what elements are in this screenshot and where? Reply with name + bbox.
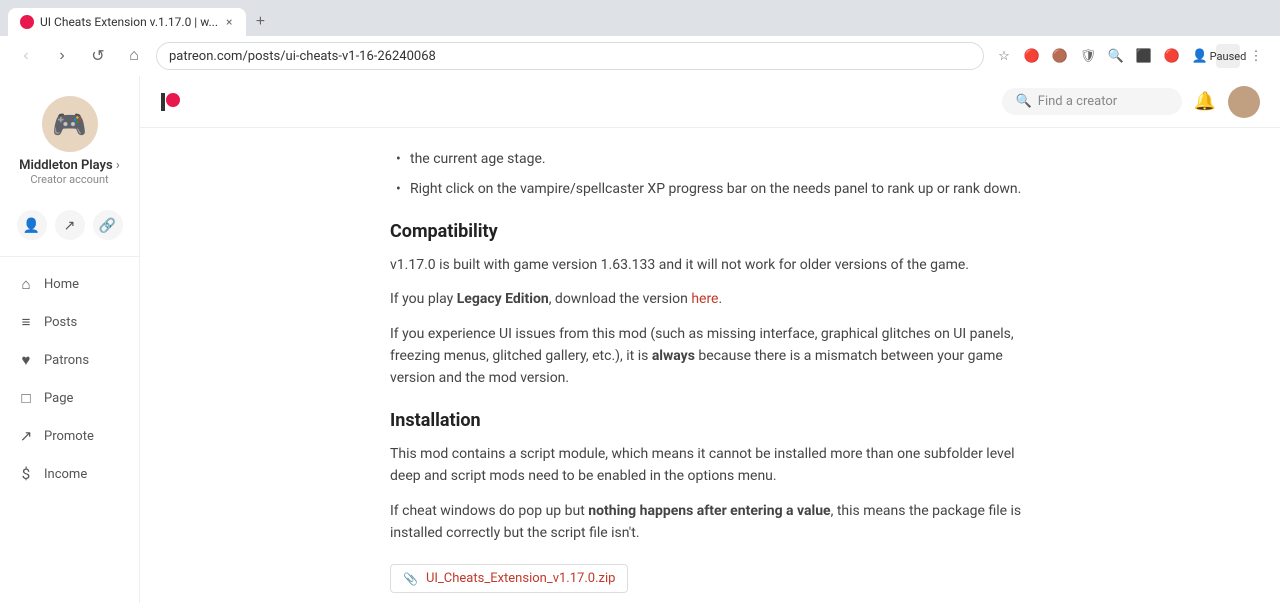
page-icon: □	[16, 389, 36, 407]
sidebar-label-patrons: Patrons	[44, 353, 89, 368]
back-button[interactable]: ‹	[12, 42, 40, 70]
url-input[interactable]: patreon.com/posts/ui-cheats-v1-16-262400…	[156, 42, 984, 70]
address-bar: ‹ › ↺ ⌂ patreon.com/posts/ui-cheats-v1-1…	[0, 36, 1280, 76]
user-avatar[interactable]	[1228, 86, 1260, 118]
sidebar-label-posts: Posts	[44, 315, 77, 330]
attachment-label: UI_Cheats_Extension_v1.17.0.zip	[426, 571, 615, 586]
sidebar-item-posts[interactable]: ≡ Posts	[0, 303, 139, 341]
extension-icon-1[interactable]: 🔴	[1020, 44, 1044, 68]
new-tab-button[interactable]: +	[246, 8, 274, 36]
extension-icon-6[interactable]: 🔴	[1160, 44, 1184, 68]
profile-subtitle: Creator account	[30, 173, 108, 186]
sidebar-item-promote[interactable]: ↗ Promote	[0, 417, 139, 455]
attachment-link[interactable]: 📎 UI_Cheats_Extension_v1.17.0.zip	[390, 564, 628, 593]
extension-icon-2[interactable]: 🟤	[1048, 44, 1072, 68]
income-icon: $	[16, 465, 36, 483]
compat-p2-end: .	[719, 291, 723, 307]
home-button[interactable]: ⌂	[120, 42, 148, 70]
sidebar: 🎮 Middleton Plays Creator account 👤 ↗ 🔗 …	[0, 76, 140, 603]
sidebar-action-1[interactable]: 👤	[17, 210, 47, 240]
install-para-1: This mod contains a script module, which…	[390, 443, 1030, 488]
bullet-item-2: Right click on the vampire/spellcaster X…	[390, 178, 1030, 200]
install-para-2: If cheat windows do pop up but nothing h…	[390, 500, 1030, 545]
tab-close-btn[interactable]: ×	[224, 13, 234, 31]
compat-para-2: If you play Legacy Edition, download the…	[390, 288, 1030, 310]
posts-icon: ≡	[16, 313, 36, 331]
tab-title: UI Cheats Extension v.1.17.0 | w...	[40, 15, 218, 29]
bookmark-icon[interactable]: ☆	[992, 44, 1016, 68]
compat-p2-after: , download the version	[549, 291, 692, 307]
sidebar-label-home: Home	[44, 277, 79, 292]
compat-p3-bold: always	[652, 348, 695, 364]
bullet-item-1: the current age stage.	[390, 148, 1030, 170]
app-layout: 🎮 Middleton Plays Creator account 👤 ↗ 🔗 …	[0, 76, 1280, 603]
paused-indicator: Paused	[1216, 44, 1240, 68]
header-left	[160, 89, 182, 114]
sidebar-item-home[interactable]: ⌂ Home	[0, 265, 139, 303]
reload-button[interactable]: ↺	[84, 42, 112, 70]
here-link[interactable]: here	[691, 291, 718, 307]
extension-icon-5[interactable]: ⬛	[1132, 44, 1156, 68]
compat-p2-before: If you play	[390, 291, 457, 307]
install-p2-before: If cheat windows do pop up but	[390, 503, 588, 519]
sidebar-label-income: Income	[44, 467, 87, 482]
forward-button[interactable]: ›	[48, 42, 76, 70]
content-area: the current age stage. Right click on th…	[370, 128, 1050, 603]
sidebar-label-page: Page	[44, 391, 73, 406]
sidebar-actions: 👤 ↗ 🔗	[0, 202, 139, 248]
compat-p2-bold: Legacy Edition	[457, 291, 549, 307]
url-text: patreon.com/posts/ui-cheats-v1-16-262400…	[169, 49, 436, 64]
avatar: 🎮	[42, 96, 98, 152]
attach-icon: 📎	[403, 572, 418, 586]
active-tab[interactable]: UI Cheats Extension v.1.17.0 | w... ×	[8, 8, 246, 36]
tab-favicon	[20, 15, 34, 29]
search-icon: 🔍	[1016, 94, 1032, 109]
installation-heading: Installation	[390, 410, 1030, 431]
header-right: 🔍 Find a creator 🔔	[1002, 86, 1260, 118]
main-content: the current age stage. Right click on th…	[140, 128, 1280, 603]
sidebar-label-promote: Promote	[44, 429, 94, 444]
sidebar-item-patrons[interactable]: ♥ Patrons	[0, 341, 139, 379]
app-header: 🔍 Find a creator 🔔	[140, 76, 1280, 128]
extension-icon-3[interactable]: 🛡	[1076, 44, 1100, 68]
tab-bar: UI Cheats Extension v.1.17.0 | w... × +	[0, 0, 1280, 36]
sidebar-profile: 🎮 Middleton Plays Creator account	[0, 88, 139, 202]
menu-icon[interactable]: ⋮	[1244, 44, 1268, 68]
home-icon: ⌂	[16, 275, 36, 293]
extension-icon-4[interactable]: 🔍	[1104, 44, 1128, 68]
sidebar-nav: ⌂ Home ≡ Posts ♥ Patrons □ Page ↗ Promot…	[0, 265, 139, 493]
promote-icon: ↗	[16, 427, 36, 445]
patrons-icon: ♥	[16, 351, 36, 369]
browser-toolbar: ☆ 🔴 🟤 🛡 🔍 ⬛ 🔴 👤 Paused ⋮	[992, 44, 1268, 68]
sidebar-action-3[interactable]: 🔗	[93, 210, 123, 240]
patreon-logo	[160, 89, 182, 114]
install-p2-bold: nothing happens after entering a value	[588, 503, 830, 519]
sidebar-action-2[interactable]: ↗	[55, 210, 85, 240]
search-placeholder: Find a creator	[1038, 94, 1117, 109]
compatibility-heading: Compatibility	[390, 221, 1030, 242]
search-bar[interactable]: 🔍 Find a creator	[1002, 88, 1182, 115]
extension-icon-7[interactable]: 👤	[1188, 44, 1212, 68]
sidebar-item-income[interactable]: $ Income	[0, 455, 139, 493]
compat-para-1: v1.17.0 is built with game version 1.63.…	[390, 254, 1030, 276]
notifications-button[interactable]: 🔔	[1194, 91, 1216, 112]
browser-chrome: UI Cheats Extension v.1.17.0 | w... × + …	[0, 0, 1280, 76]
sidebar-divider	[0, 256, 139, 257]
compat-para-3: If you experience UI issues from this mo…	[390, 323, 1030, 390]
sidebar-item-page[interactable]: □ Page	[0, 379, 139, 417]
profile-name[interactable]: Middleton Plays	[19, 158, 120, 173]
